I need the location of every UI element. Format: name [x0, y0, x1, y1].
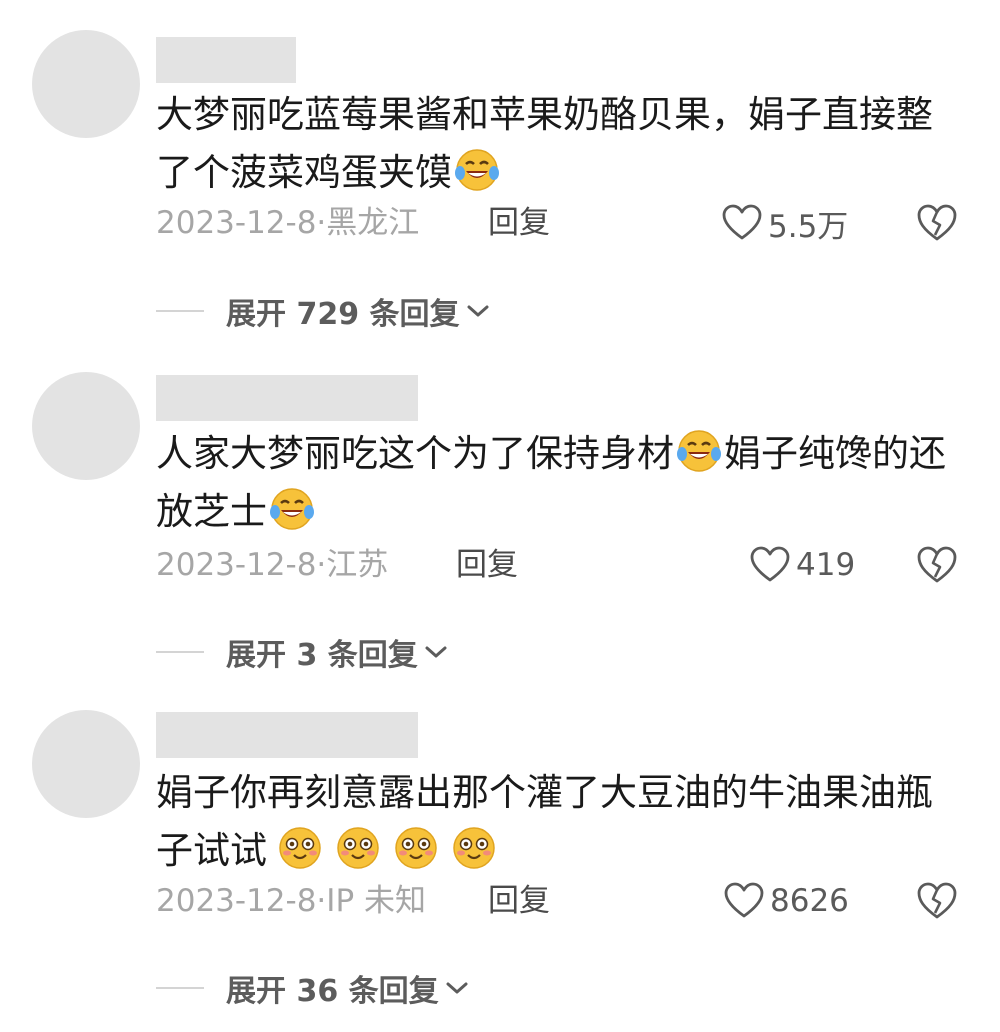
- expand-replies-button[interactable]: 展开 36 条回复: [156, 968, 469, 1009]
- comment-text: 娟子你再刻意露出那个灌了大豆油的牛油果油瓶子试试: [156, 764, 956, 880]
- comment-meta: 2023-12-8·IP 未知: [156, 881, 426, 921]
- heart-icon: [724, 882, 764, 918]
- comment-location: IP 未知: [326, 883, 426, 919]
- comment-text-content: 娟子你再刻意露出那个灌了大豆油的牛油果油瓶子试试: [156, 771, 933, 872]
- divider-dash: [156, 987, 204, 989]
- chevron-down-icon: [446, 982, 468, 994]
- expand-replies-label: 展开 36 条回复: [226, 974, 439, 1009]
- flushed-smile-emoji-icon: [335, 825, 381, 871]
- like-count: 8626: [770, 883, 849, 919]
- flushed-smile-emoji-icon: [393, 825, 439, 871]
- comment-date: 2023-12-8·: [156, 883, 327, 919]
- avatar[interactable]: [32, 710, 140, 818]
- broken-heart-icon[interactable]: [916, 881, 958, 921]
- like-button[interactable]: 8626: [724, 881, 849, 921]
- reply-button[interactable]: 回复: [488, 881, 550, 921]
- username-redacted[interactable]: [156, 712, 418, 758]
- comment-item: 娟子你再刻意露出那个灌了大豆油的牛油果油瓶子试试 2023-12-8·IP 未知…: [0, 0, 1000, 1032]
- flushed-smile-emoji-icon: [451, 825, 497, 871]
- flushed-smile-emoji-icon: [277, 825, 323, 871]
